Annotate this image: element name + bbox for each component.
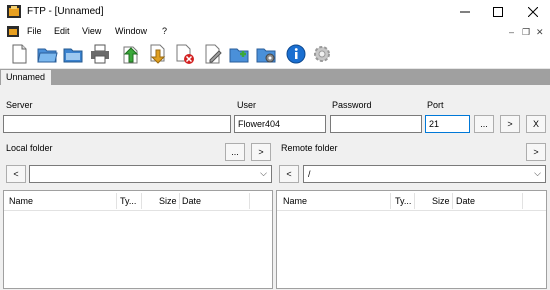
save-icon [63,48,83,63]
tab-unnamed[interactable]: Unnamed [1,70,51,85]
column-separator[interactable] [249,193,250,209]
remote-folder-label: Remote folder [281,143,338,153]
print-icon [91,44,109,64]
new-folder-icon [229,48,249,63]
mdi-doc-icon[interactable] [7,26,19,37]
menu-window[interactable]: Window [115,26,147,36]
column-size[interactable]: Size [159,191,177,211]
password-input[interactable] [330,115,422,133]
delete-icon [176,44,194,64]
port-label: Port [427,100,444,110]
download-icon [150,44,166,64]
remote-file-list[interactable]: Name Ty... Size Date [276,190,547,289]
ftp-window: FTP - [Unnamed] File Edit View Window ? … [0,0,550,290]
local-back-button[interactable]: < [6,165,26,183]
menu-edit[interactable]: Edit [54,26,70,36]
download-button[interactable] [147,43,169,65]
local-folder-label: Local folder [6,143,53,153]
upload-button[interactable] [120,43,142,65]
menu-bar: File Edit View Window ? – ❐ ✕ [0,24,550,39]
window-title: FTP - [Unnamed] [27,6,104,17]
info-button[interactable] [285,43,307,65]
open-folder-icon [37,48,58,63]
disconnect-button[interactable]: X [526,115,546,133]
user-label: User [237,100,257,110]
local-path-select[interactable]: ⌵ [29,165,272,183]
column-separator[interactable] [452,193,453,209]
column-name[interactable]: Name [283,191,307,211]
new-file-button[interactable] [8,43,30,65]
menu-view[interactable]: View [82,26,101,36]
rename-icon [205,44,222,64]
mdi-restore-icon[interactable]: ❐ [522,27,530,38]
column-separator[interactable] [116,193,117,209]
menu-file[interactable]: File [27,26,42,36]
local-browse-button[interactable]: ... [225,143,245,161]
print-button[interactable] [89,43,111,65]
properties-button[interactable] [255,43,277,65]
mdi-close-icon[interactable]: ✕ [536,27,544,38]
maximize-icon [493,7,503,17]
column-type[interactable]: Ty... [395,191,411,211]
title-bar: FTP - [Unnamed] [0,0,550,24]
column-separator[interactable] [141,193,142,209]
tab-bar: Unnamed [0,69,550,85]
properties-icon [256,48,276,63]
local-file-list[interactable]: Name Ty... Size Date [3,190,273,289]
local-go-button[interactable]: > [251,143,271,161]
remote-go-button[interactable]: > [526,143,546,161]
connect-button[interactable]: > [500,115,520,133]
column-name[interactable]: Name [9,191,33,211]
column-size[interactable]: Size [432,191,450,211]
open-button[interactable] [36,43,58,65]
chevron-down-icon: ⌵ [260,168,267,178]
settings-icon [314,46,330,62]
delete-button[interactable] [174,43,196,65]
upload-icon [123,46,139,64]
app-icon [7,5,21,18]
remote-path-value: / [308,169,311,179]
remote-path-select[interactable]: / ⌵ [303,165,546,183]
remote-list-header: Name Ty... Size Date [277,191,546,211]
info-icon [286,44,306,64]
close-window-button[interactable] [516,0,550,24]
toolbar [0,39,550,69]
minimize-icon [460,11,470,13]
server-input[interactable] [3,115,231,133]
new-folder-button[interactable] [228,43,250,65]
rename-button[interactable] [202,43,224,65]
column-separator[interactable] [390,193,391,209]
local-list-header: Name Ty... Size Date [4,191,272,211]
server-label: Server [6,100,33,110]
mdi-minimize-icon[interactable]: – [509,27,514,37]
column-separator[interactable] [522,193,523,209]
close-icon [528,7,538,17]
settings-button[interactable] [311,43,333,65]
remote-back-button[interactable]: < [279,165,299,183]
maximize-button[interactable] [481,0,515,24]
port-input[interactable]: 21 [425,115,470,133]
column-date[interactable]: Date [182,191,201,211]
password-label: Password [332,100,372,110]
user-input[interactable]: Flower404 [234,115,326,133]
column-separator[interactable] [414,193,415,209]
more-options-button[interactable]: ... [474,115,494,133]
save-button[interactable] [62,43,84,65]
menu-help[interactable]: ? [162,26,167,36]
column-separator[interactable] [179,193,180,209]
new-file-icon [12,44,27,64]
minimize-button[interactable] [448,0,482,24]
chevron-down-icon: ⌵ [534,168,541,178]
column-type[interactable]: Ty... [120,191,136,211]
column-date[interactable]: Date [456,191,475,211]
